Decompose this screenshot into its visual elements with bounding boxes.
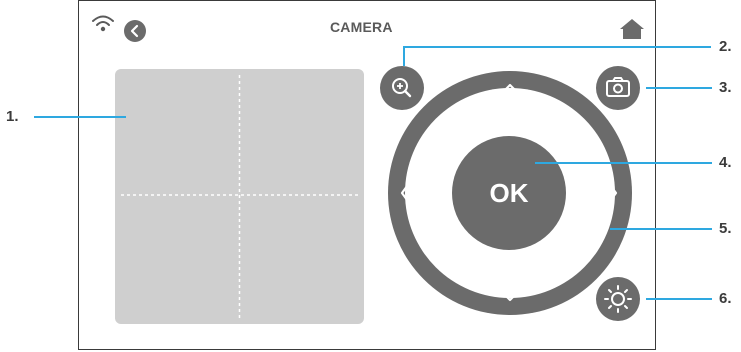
zoom-button[interactable]: [380, 66, 424, 110]
callout-line-6: [646, 298, 712, 300]
callout-line-5: [610, 228, 712, 230]
page-title: CAMERA: [330, 19, 393, 35]
camera-icon: [606, 77, 630, 97]
callout-line-4: [535, 162, 712, 164]
callout-3: 3.: [719, 79, 732, 96]
arrow-down-icon[interactable]: [498, 287, 522, 303]
arrow-up-icon[interactable]: [498, 82, 522, 98]
callout-6: 6.: [719, 290, 732, 307]
brightness-button[interactable]: [596, 277, 640, 321]
home-icon[interactable]: [619, 18, 645, 40]
camera-preview[interactable]: [115, 69, 364, 324]
back-icon: [130, 24, 139, 38]
brightness-icon: [604, 285, 632, 313]
zoom-in-icon: [392, 78, 412, 98]
callout-1: 1.: [6, 108, 19, 125]
back-button[interactable]: [124, 20, 146, 42]
callout-4: 4.: [719, 154, 732, 171]
wifi-icon: [92, 15, 114, 32]
callout-line-1: [34, 116, 126, 118]
callout-line-2-drop: [403, 46, 405, 66]
arrow-right-icon[interactable]: [604, 180, 620, 206]
arrow-left-icon[interactable]: [398, 180, 414, 206]
callout-line-2: [403, 46, 711, 48]
preview-crosshair: [121, 75, 358, 319]
callout-5: 5.: [719, 220, 732, 237]
capture-button[interactable]: [596, 66, 640, 110]
callout-2: 2.: [719, 38, 732, 55]
callout-line-3: [646, 87, 712, 89]
